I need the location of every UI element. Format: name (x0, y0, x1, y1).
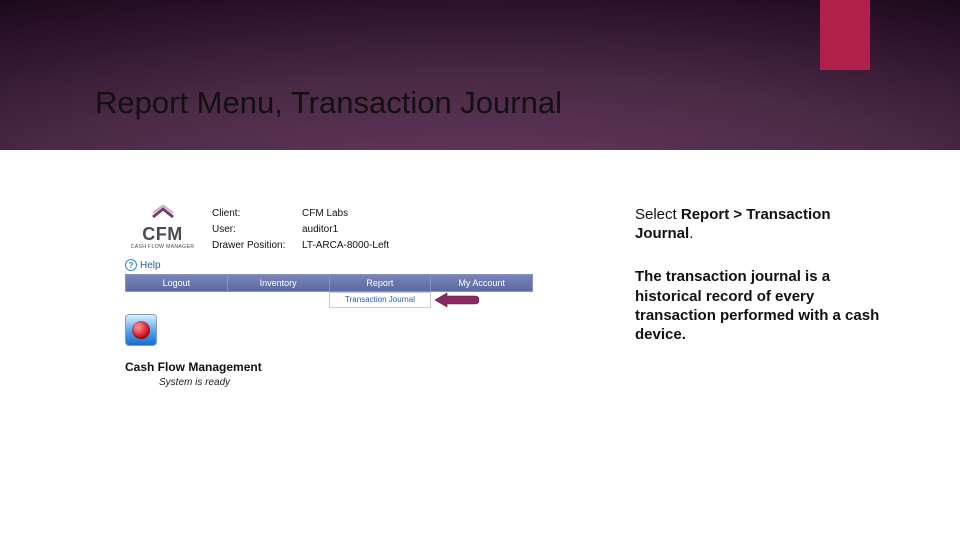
arrow-left-icon (435, 292, 479, 308)
slide-body: CFM CASH FLOW MANAGER Client: CFM Labs U… (0, 150, 960, 540)
submenu-row: Transaction Journal (125, 292, 535, 312)
nav-logout[interactable]: Logout (126, 275, 228, 291)
p1-c: . (689, 225, 693, 242)
drawer-label: Drawer Position: (212, 240, 302, 251)
app-info-table: Client: CFM Labs User: auditor1 Drawer P… (212, 205, 389, 253)
slide-header: Report Menu, Transaction Journal (0, 0, 960, 150)
logo-subtext: CASH FLOW MANAGER (125, 244, 200, 250)
client-label: Client: (212, 208, 302, 219)
side-para-1: Select Report > Transaction Journal. (635, 205, 885, 243)
p1-a: Select (635, 206, 681, 223)
slide-title: Report Menu, Transaction Journal (95, 85, 562, 121)
status-text: System is ready (159, 377, 535, 388)
app-heading: Cash Flow Management (125, 360, 535, 374)
app-info-row: CFM CASH FLOW MANAGER Client: CFM Labs U… (125, 205, 535, 253)
client-value: CFM Labs (302, 208, 348, 219)
side-text: Select Report > Transaction Journal. The… (635, 205, 885, 344)
nav-inventory[interactable]: Inventory (228, 275, 330, 291)
nav-myaccount[interactable]: My Account (431, 275, 532, 291)
help-link[interactable]: ? Help (125, 259, 535, 271)
nav-report[interactable]: Report (330, 275, 432, 291)
app-screenshot: CFM CASH FLOW MANAGER Client: CFM Labs U… (125, 205, 535, 388)
app-navbar: Logout Inventory Report My Account (125, 274, 533, 292)
user-value: auditor1 (302, 224, 338, 235)
logo-chevron-icon (150, 205, 176, 219)
drawer-value: LT-ARCA-8000-Left (302, 240, 389, 251)
help-icon: ? (125, 259, 137, 271)
app-logo: CFM CASH FLOW MANAGER (125, 205, 200, 250)
record-button[interactable] (125, 314, 157, 346)
submenu-transaction-journal[interactable]: Transaction Journal (329, 292, 431, 308)
record-icon (132, 321, 150, 339)
logo-text: CFM (125, 225, 200, 243)
side-para-2: The transaction journal is a historical … (635, 267, 885, 344)
user-label: User: (212, 224, 302, 235)
accent-tab (820, 0, 870, 70)
help-label: Help (140, 260, 161, 271)
